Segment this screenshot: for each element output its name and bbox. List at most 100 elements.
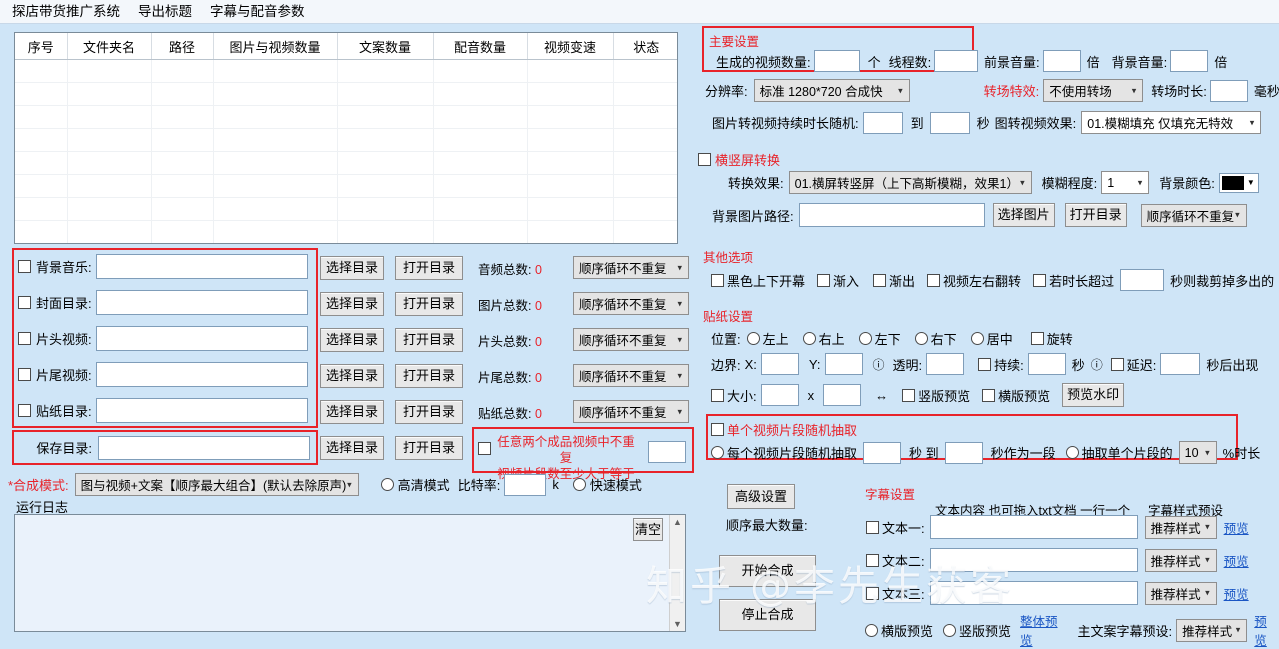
table-cell[interactable] xyxy=(613,60,678,83)
table-cell[interactable] xyxy=(337,129,433,152)
advanced-settings-button[interactable]: 高级设置 xyxy=(727,484,795,509)
orientation-effect-select[interactable]: 01.横屏转竖屏（上下高斯模糊，效果1）▾ xyxy=(789,171,1032,194)
table-cell[interactable] xyxy=(527,106,613,129)
table-cell[interactable] xyxy=(613,152,678,175)
table-cell[interactable] xyxy=(213,83,337,106)
table-cell[interactable] xyxy=(151,175,213,198)
table-row[interactable] xyxy=(15,175,678,198)
text-3-style-select[interactable]: 推荐样式▾ xyxy=(1145,582,1217,605)
outro-mode-select[interactable]: 顺序循环不重复▾ xyxy=(573,364,689,387)
intro-mode-select[interactable]: 顺序循环不重复▾ xyxy=(573,328,689,351)
table-cell[interactable] xyxy=(433,129,527,152)
sticker-checkbox[interactable] xyxy=(18,404,31,417)
col-folder[interactable]: 文件夹名 xyxy=(67,33,151,60)
sticker-size-height-input[interactable] xyxy=(823,384,861,406)
transition-duration-input[interactable] xyxy=(1210,80,1248,102)
background-volume-input[interactable] xyxy=(1170,50,1208,72)
table-cell[interactable] xyxy=(67,83,151,106)
sticker-input[interactable] xyxy=(96,398,308,423)
sticker-keep-input[interactable] xyxy=(1028,353,1066,375)
over-duration-input[interactable] xyxy=(1120,269,1164,291)
table-cell[interactable] xyxy=(15,198,67,221)
scroll-down-icon[interactable]: ▼ xyxy=(673,617,682,631)
background-music-input[interactable] xyxy=(96,254,308,279)
table-cell[interactable] xyxy=(433,244,527,245)
table-cell[interactable] xyxy=(337,152,433,175)
cover-mode-select[interactable]: 顺序循环不重复▾ xyxy=(573,292,689,315)
compose-mode-select[interactable]: 图与视频+文案【顺序最大组合】(默认去除原声)▾ xyxy=(75,473,359,496)
text-1-checkbox[interactable] xyxy=(866,521,879,534)
text-1-style-select[interactable]: 推荐样式▾ xyxy=(1145,516,1217,539)
table-cell[interactable] xyxy=(213,198,337,221)
text-3-input[interactable] xyxy=(930,581,1138,605)
sticker-rotate-checkbox[interactable] xyxy=(1031,332,1044,345)
chevron-down-icon[interactable]: ▼ xyxy=(1244,178,1258,187)
outro-input[interactable] xyxy=(96,362,308,387)
pic-duration-from-input[interactable] xyxy=(863,112,903,134)
cover-input[interactable] xyxy=(96,290,308,315)
table-cell[interactable] xyxy=(613,244,678,245)
table-cell[interactable] xyxy=(613,129,678,152)
scroll-up-icon[interactable]: ▲ xyxy=(673,515,682,529)
background-music-mode-select[interactable]: 顺序循环不重复▾ xyxy=(573,256,689,279)
table-row[interactable] xyxy=(15,198,678,221)
clip-extract-from-input[interactable] xyxy=(863,442,901,464)
table-cell[interactable] xyxy=(67,60,151,83)
table-cell[interactable] xyxy=(337,198,433,221)
flip-horizontal-checkbox[interactable] xyxy=(927,274,940,287)
outro-open-dir-button[interactable]: 打开目录 xyxy=(395,364,463,388)
menu-item-subtitle-params[interactable]: 字幕与配音参数 xyxy=(201,2,314,22)
sticker-landscape-preview-checkbox[interactable] xyxy=(982,389,995,402)
log-box[interactable]: ▲ ▼ xyxy=(14,514,686,632)
table-cell[interactable] xyxy=(67,244,151,245)
background-music-checkbox[interactable] xyxy=(18,260,31,273)
text-1-input[interactable] xyxy=(930,515,1138,539)
table-body[interactable] xyxy=(15,60,678,245)
table-cell[interactable] xyxy=(337,175,433,198)
menu-item-export-title[interactable]: 导出标题 xyxy=(129,2,201,22)
sticker-y-input[interactable] xyxy=(825,353,863,375)
sticker-size-width-input[interactable] xyxy=(761,384,799,406)
table-cell[interactable] xyxy=(337,60,433,83)
hd-mode-radio[interactable] xyxy=(381,478,394,491)
text-1-preview-link[interactable]: 预览 xyxy=(1224,518,1249,537)
table-cell[interactable] xyxy=(15,129,67,152)
main-subtitle-style-select[interactable]: 推荐样式▾ xyxy=(1176,619,1247,642)
open-dir-button-orientation[interactable]: 打开目录 xyxy=(1065,203,1127,227)
table-cell[interactable] xyxy=(213,175,337,198)
table-cell[interactable] xyxy=(527,175,613,198)
col-speed[interactable]: 视频变速 xyxy=(527,33,613,60)
table-cell[interactable] xyxy=(613,221,678,244)
intro-choose-dir-button[interactable]: 选择目录 xyxy=(320,328,384,352)
table-cell[interactable] xyxy=(613,83,678,106)
table-cell[interactable] xyxy=(613,198,678,221)
bg-color-picker[interactable]: ▼ xyxy=(1219,173,1259,193)
sticker-size-checkbox[interactable] xyxy=(711,389,724,402)
table-cell[interactable] xyxy=(151,244,213,245)
table-cell[interactable] xyxy=(67,152,151,175)
table-cell[interactable] xyxy=(527,244,613,245)
col-dub-count[interactable]: 配音数量 xyxy=(433,33,527,60)
cover-checkbox[interactable] xyxy=(18,296,31,309)
table-cell[interactable] xyxy=(613,175,678,198)
subtitle-whole-preview-link[interactable]: 整体预览 xyxy=(1020,611,1069,649)
table-cell[interactable] xyxy=(15,152,67,175)
resize-arrows-icon[interactable]: ↔ xyxy=(875,388,888,403)
table-row[interactable] xyxy=(15,60,678,83)
save-directory-input[interactable] xyxy=(98,436,310,460)
bg-image-path-input[interactable] xyxy=(799,203,985,227)
table-cell[interactable] xyxy=(433,60,527,83)
choose-image-button[interactable]: 选择图片 xyxy=(993,203,1055,227)
help-icon[interactable]: ⓘ xyxy=(873,356,885,373)
sticker-pos-topright-radio[interactable] xyxy=(803,332,816,345)
table-cell[interactable] xyxy=(213,152,337,175)
table-cell[interactable] xyxy=(15,83,67,106)
text-3-checkbox[interactable] xyxy=(866,587,879,600)
col-path[interactable]: 路径 xyxy=(151,33,213,60)
sticker-pos-center-radio[interactable] xyxy=(971,332,984,345)
save-open-dir-button[interactable]: 打开目录 xyxy=(395,436,463,460)
clip-extract-checkbox[interactable] xyxy=(711,423,724,436)
col-media-count[interactable]: 图片与视频数量 xyxy=(213,33,337,60)
cover-choose-dir-button[interactable]: 选择目录 xyxy=(320,292,384,316)
text-3-preview-link[interactable]: 预览 xyxy=(1224,584,1249,603)
